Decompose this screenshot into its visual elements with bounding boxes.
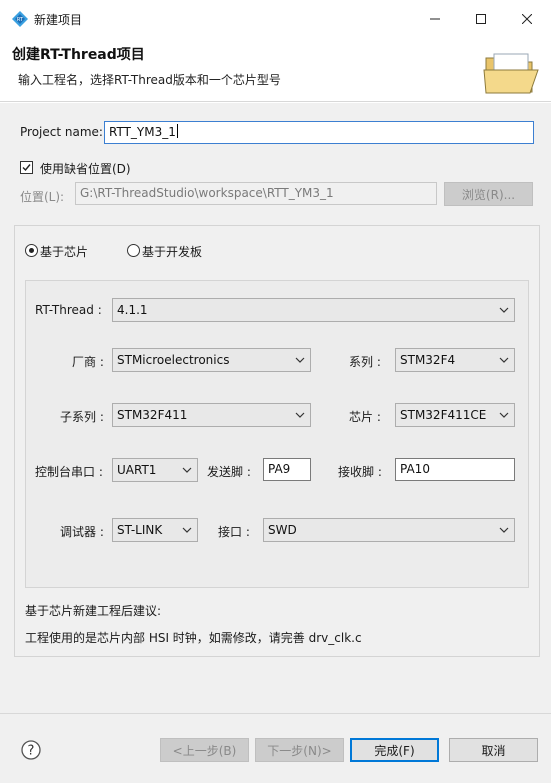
- next-button[interactable]: 下一步(N)>: [255, 738, 344, 762]
- default-location-label: 使用缺省位置(D): [40, 162, 131, 176]
- default-location-checkbox[interactable]: [20, 161, 33, 174]
- minimize-button[interactable]: [412, 0, 458, 38]
- project-name-input[interactable]: RTT_YM3_1: [104, 121, 534, 144]
- console-uart-select[interactable]: UART1: [112, 458, 198, 482]
- close-icon: [522, 14, 532, 24]
- maximize-button[interactable]: [458, 0, 504, 38]
- minimize-icon: [430, 18, 440, 20]
- board-radio[interactable]: [127, 244, 140, 257]
- debugger-select[interactable]: ST-LINK: [112, 518, 198, 542]
- tx-pin-input[interactable]: PA9: [263, 458, 311, 481]
- rtthread-version-select[interactable]: 4.1.1: [112, 298, 515, 322]
- series-label: 系列 :: [349, 355, 381, 369]
- open-folder-icon: [483, 53, 539, 94]
- vendor-label: 厂商 :: [72, 355, 104, 369]
- subseries-select[interactable]: STM32F411: [112, 403, 311, 427]
- wizard-description: 输入工程名，选择RT-Thread版本和一个芯片型号: [18, 73, 281, 87]
- location-label: 位置(L):: [20, 190, 65, 204]
- advice-title: 基于芯片新建工程后建议:: [25, 604, 162, 618]
- console-uart-label: 控制台串口 :: [35, 465, 103, 479]
- rt-thread-app-icon: RT: [12, 11, 28, 27]
- window-title: 新建项目: [34, 13, 83, 27]
- cancel-button[interactable]: 取消: [449, 738, 538, 762]
- vendor-select[interactable]: STMicroelectronics: [112, 348, 311, 372]
- series-select[interactable]: STM32F4: [395, 348, 515, 372]
- finish-button[interactable]: 完成(F): [350, 738, 439, 762]
- title-bar: RT 新建项目: [0, 0, 551, 38]
- chevron-down-icon: [499, 412, 509, 418]
- checkmark-icon: [22, 164, 31, 172]
- chip-radio-label: 基于芯片: [40, 245, 89, 259]
- chevron-down-icon: [182, 467, 192, 473]
- wizard-header: 创建RT-Thread项目 输入工程名，选择RT-Thread版本和一个芯片型号: [0, 38, 551, 102]
- interface-label: 接口 :: [218, 525, 250, 539]
- chevron-down-icon: [499, 527, 509, 533]
- chevron-down-icon: [499, 307, 509, 313]
- wizard-footer: ? <上一步(B) 下一步(N)> 完成(F) 取消: [0, 713, 551, 783]
- chevron-down-icon: [295, 412, 305, 418]
- chip-radio[interactable]: [25, 244, 38, 257]
- help-icon[interactable]: ?: [21, 740, 41, 760]
- back-button[interactable]: <上一步(B): [160, 738, 249, 762]
- maximize-icon: [476, 14, 486, 24]
- wizard-body: Project name: RTT_YM3_1 使用缺省位置(D) 位置(L):…: [0, 103, 551, 713]
- chip-select[interactable]: STM32F411CE: [395, 403, 515, 427]
- chevron-down-icon: [499, 357, 509, 363]
- svg-text:?: ?: [28, 744, 35, 759]
- subseries-label: 子系列 :: [60, 410, 104, 424]
- board-radio-label: 基于开发板: [142, 245, 203, 259]
- chip-label: 芯片 :: [349, 410, 381, 424]
- wizard-title: 创建RT-Thread项目: [12, 47, 145, 63]
- advice-text: 工程使用的是芯片内部 HSI 时钟，如需修改，请完善 drv_clk.c: [25, 631, 362, 645]
- interface-select[interactable]: SWD: [263, 518, 515, 542]
- svg-text:RT: RT: [17, 17, 24, 23]
- rx-pin-label: 接收脚 :: [338, 465, 382, 479]
- chevron-down-icon: [182, 527, 192, 533]
- rtthread-version-label: RT-Thread :: [35, 303, 102, 317]
- close-button[interactable]: [504, 0, 550, 38]
- browse-button[interactable]: 浏览(R)...: [444, 182, 533, 206]
- location-input[interactable]: G:\RT-ThreadStudio\workspace\RTT_YM3_1: [75, 182, 437, 205]
- chevron-down-icon: [295, 357, 305, 363]
- debugger-label: 调试器 :: [60, 525, 104, 539]
- project-name-label: Project name:: [20, 125, 103, 139]
- tx-pin-label: 发送脚 :: [207, 465, 251, 479]
- rx-pin-input[interactable]: PA10: [395, 458, 515, 481]
